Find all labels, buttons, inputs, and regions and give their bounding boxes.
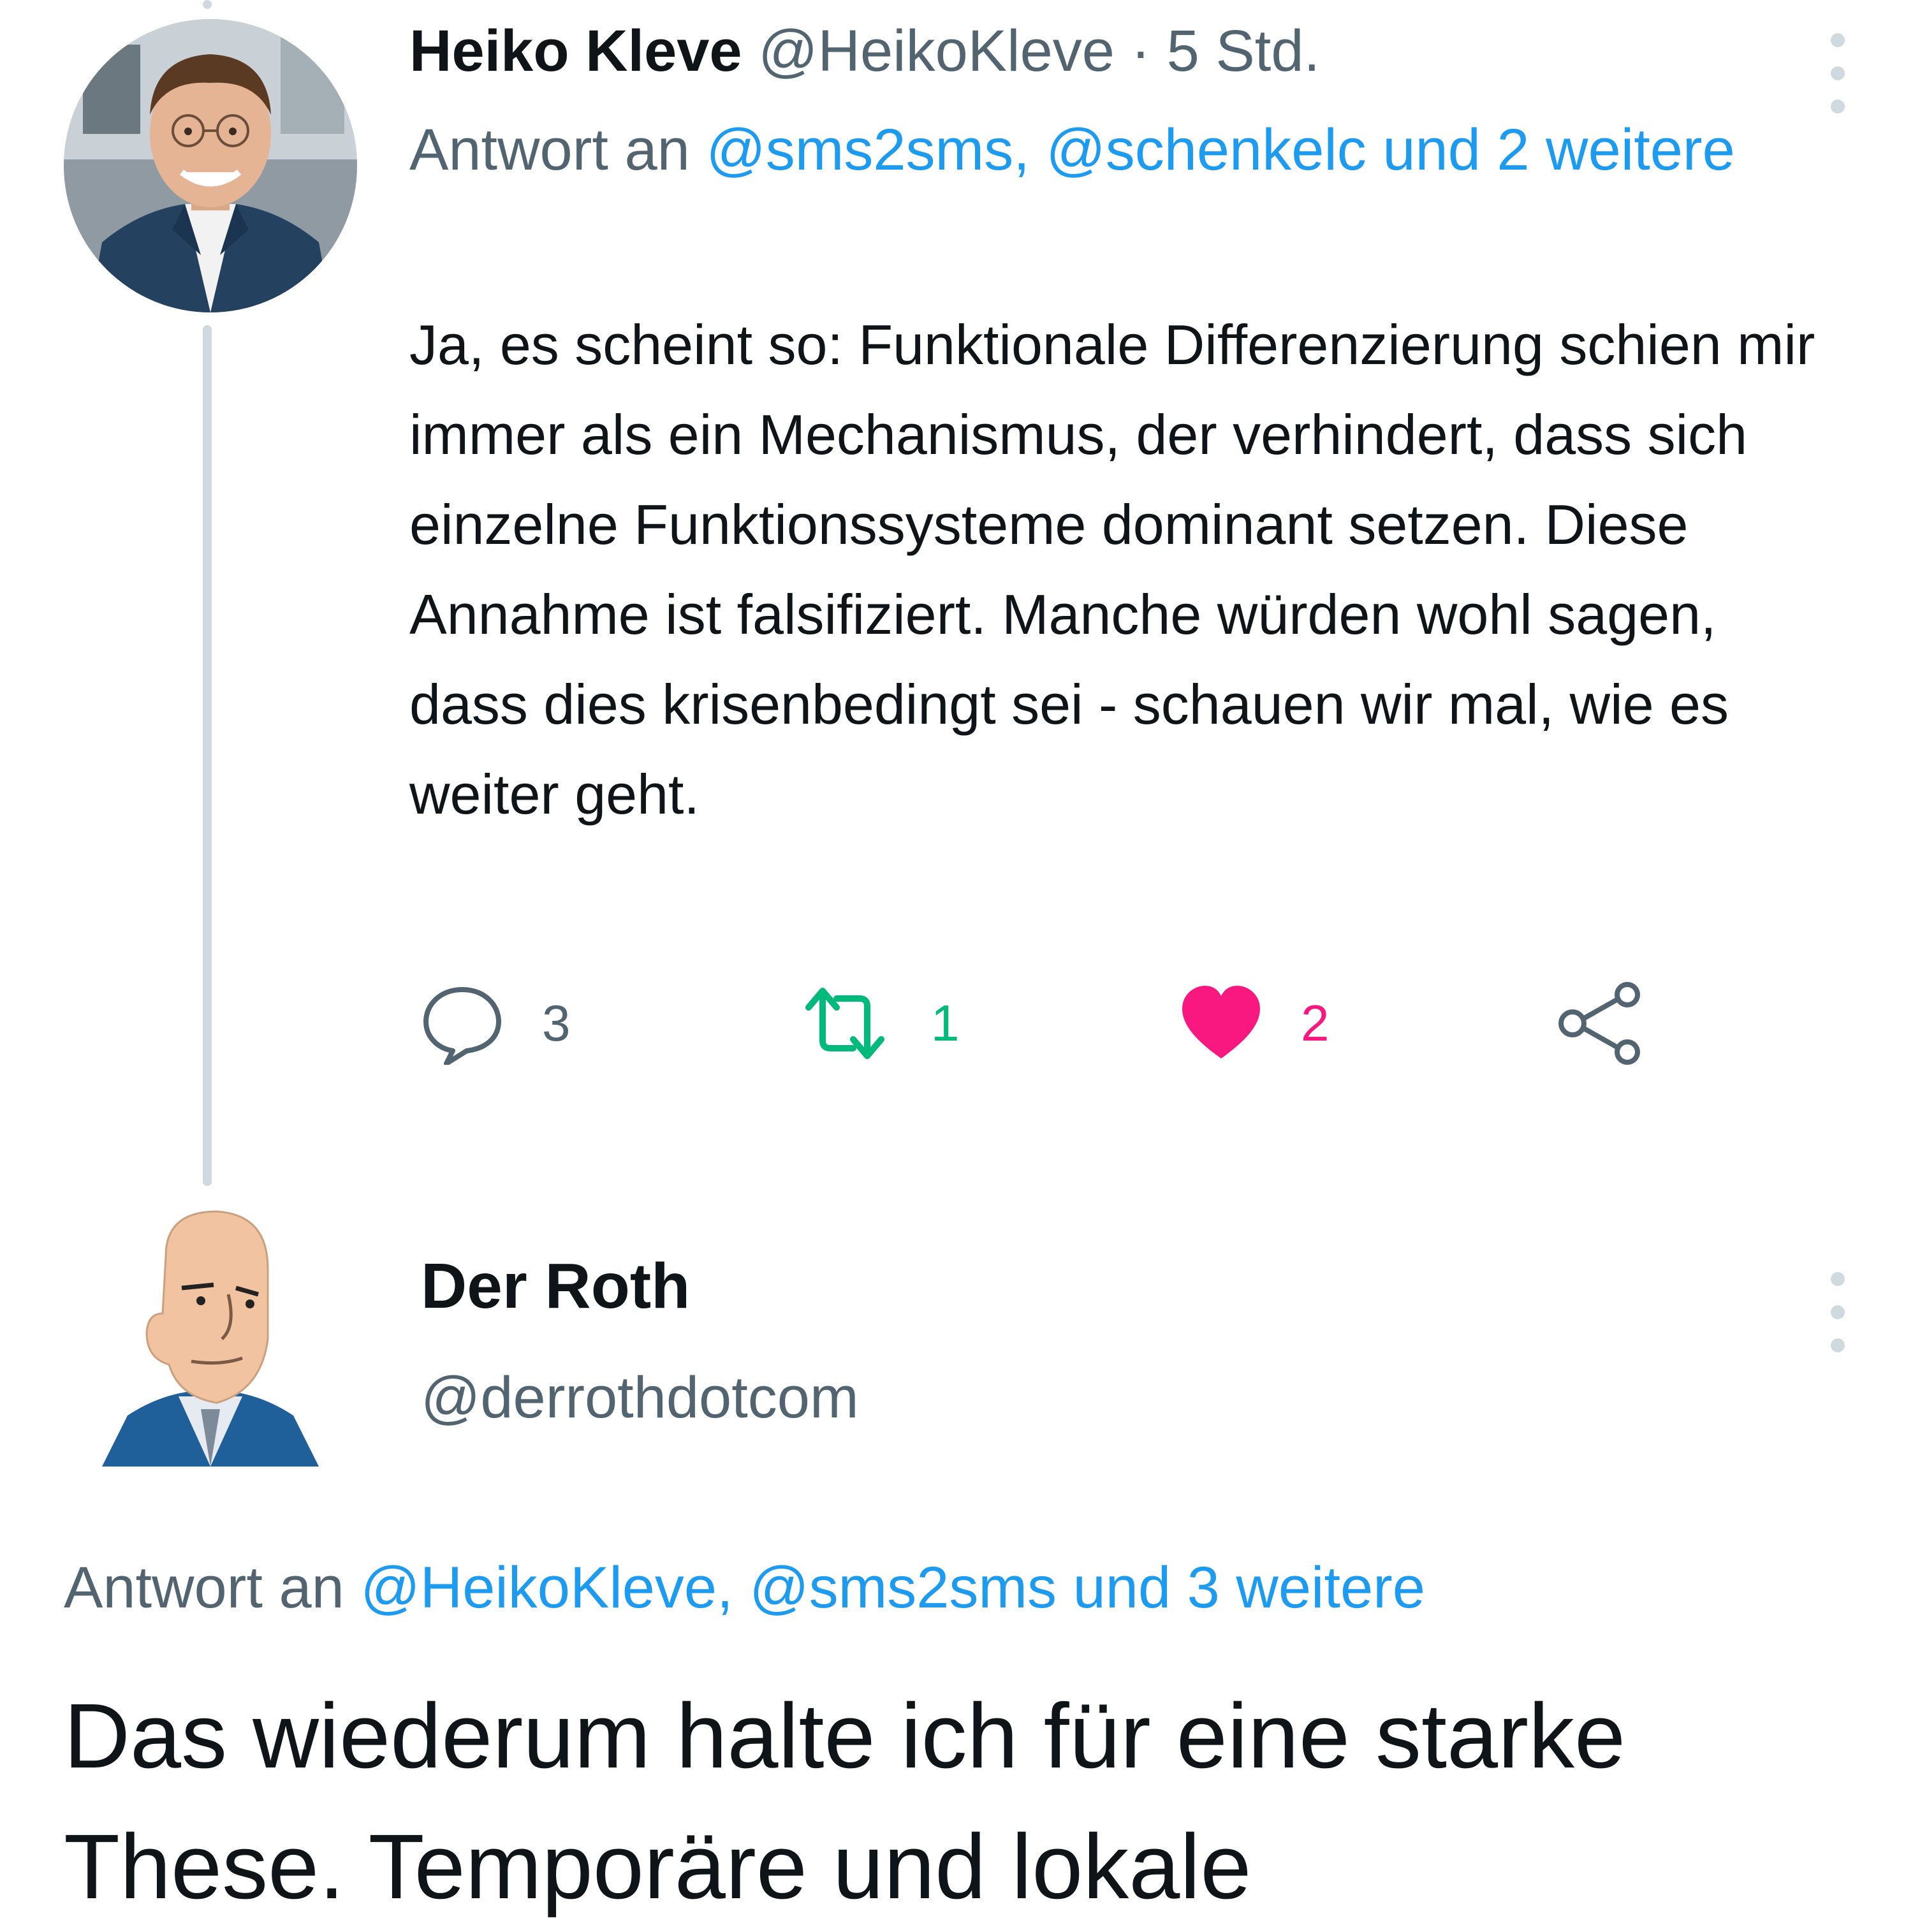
- author-handle[interactable]: @HeikoKleve: [758, 18, 1115, 84]
- thread-line-top: [203, 0, 212, 9]
- author-name[interactable]: Der Roth: [421, 1250, 690, 1323]
- reply-button[interactable]: 3: [421, 982, 571, 1065]
- separator-dot: ·: [1131, 18, 1151, 84]
- tweet-actions: 3 1 2: [0, 982, 1913, 1084]
- retweet-count: 1: [931, 995, 960, 1051]
- avatar-der-roth[interactable]: [77, 1199, 344, 1467]
- reply-prefix: Antwort an: [409, 117, 690, 182]
- more-options-button[interactable]: [1825, 14, 1851, 113]
- speech-bubble-icon: [423, 987, 501, 1065]
- retweet-icon: [805, 988, 884, 1059]
- reply-context: Antwort an @sms2sms, @schenkelc und 2 we…: [409, 105, 1812, 194]
- heart-icon: [1182, 986, 1260, 1058]
- author-handle[interactable]: @derrothdotcom: [421, 1365, 859, 1431]
- reply-targets-link[interactable]: @sms2sms, @schenkelc und 2 weitere: [706, 117, 1734, 182]
- retweet-button[interactable]: 1: [797, 982, 960, 1065]
- reply-count: 3: [542, 995, 571, 1051]
- share-icon: [1558, 982, 1640, 1065]
- share-button[interactable]: [1556, 982, 1645, 1065]
- more-options-button[interactable]: [1825, 1253, 1851, 1352]
- author-name[interactable]: Heiko Kleve: [409, 18, 742, 84]
- tweet-time[interactable]: 5 Std.: [1167, 18, 1320, 84]
- reply-context: Antwort an @HeikoKleve, @sms2sms und 3 w…: [64, 1549, 1425, 1626]
- avatar-heiko-kleve[interactable]: [64, 19, 357, 312]
- tweet-body: Das wiederum halte ich für eine starke T…: [64, 1685, 1626, 1918]
- reply-targets-link[interactable]: @HeikoKleve, @sms2sms und 3 weitere: [360, 1555, 1425, 1620]
- reply-prefix: Antwort an: [64, 1555, 344, 1620]
- tweet-body: Ja, es scheint so: Funktionale Differenz…: [409, 313, 1831, 826]
- tweet-header: Heiko Kleve @HeikoKleve · 5 Std.: [409, 13, 1320, 89]
- like-count: 2: [1301, 995, 1330, 1051]
- like-button[interactable]: 2: [1180, 982, 1330, 1065]
